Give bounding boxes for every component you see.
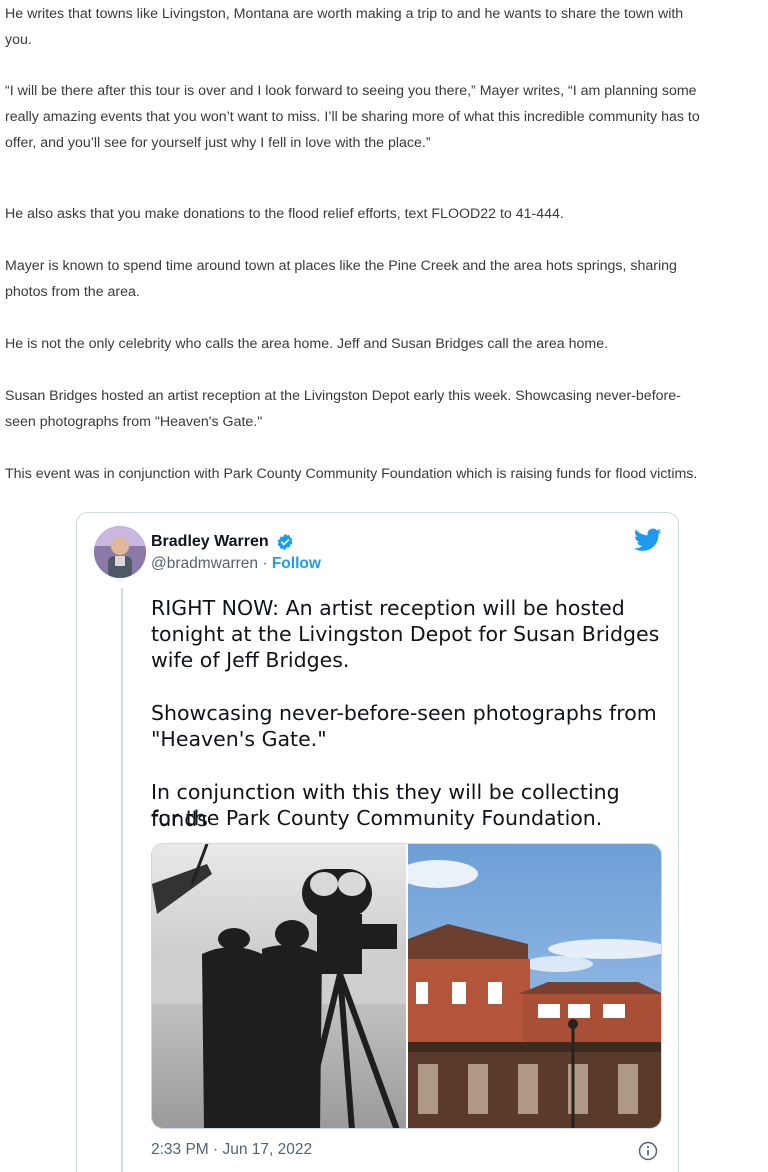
article-paragraph: “I will be there after this tour is over… (5, 83, 697, 99)
avatar[interactable] (94, 526, 146, 578)
article-paragraph: really amazing events that you won’t wan… (5, 109, 700, 125)
author-name[interactable]: Bradley Warren (151, 533, 269, 551)
tweet-text-line: "Heaven's Gate." (151, 727, 327, 751)
article-paragraph: seen photographs from "Heaven's Gate." (5, 414, 263, 430)
info-icon[interactable] (638, 1141, 658, 1161)
thread-line (121, 588, 123, 1172)
tweet-text-line: RIGHT NOW: An artist reception will be h… (151, 596, 625, 620)
follow-link[interactable]: Follow (272, 555, 321, 572)
tweet-text-line: for the Park County Community Foundation… (151, 806, 603, 830)
article-paragraph: Susan Bridges hosted an artist reception… (5, 388, 681, 404)
twitter-bird-icon[interactable] (633, 528, 662, 552)
article-paragraph: you. (5, 32, 32, 48)
article-paragraph: photos from the area. (5, 284, 140, 300)
film-crew-photo[interactable] (152, 844, 406, 1128)
tweet-text-line: Showcasing never-before-seen photographs… (151, 701, 657, 725)
tweet-text-line: tonight at the Livingston Depot for Susa… (151, 622, 660, 646)
tweet-timestamp[interactable]: 2:33 PM · Jun 17, 2022 (151, 1141, 312, 1159)
article-paragraph: He writes that towns like Livingston, Mo… (5, 6, 684, 22)
author-handle[interactable]: @bradmwarren (151, 555, 258, 572)
article-paragraph: He also asks that you make donations to … (5, 206, 564, 222)
depot-building-photo[interactable] (398, 844, 661, 1128)
article-paragraph: offer, and you’ll see for yourself just … (5, 135, 431, 151)
tweet-text-line: wife of Jeff Bridges. (151, 648, 350, 672)
handle-row: @bradmwarren · Follow (151, 555, 321, 573)
verified-badge-icon (276, 533, 294, 551)
tweet-media[interactable] (151, 843, 662, 1129)
embedded-tweet[interactable]: Bradley Warren @bradmwarren · Follow RIG… (76, 512, 679, 1172)
article-paragraph: This event was in conjunction with Park … (5, 466, 698, 482)
handle-separator: · (258, 555, 272, 572)
article-paragraph: Mayer is known to spend time around town… (5, 258, 677, 274)
article-paragraph: He is not the only celebrity who calls t… (5, 336, 609, 352)
